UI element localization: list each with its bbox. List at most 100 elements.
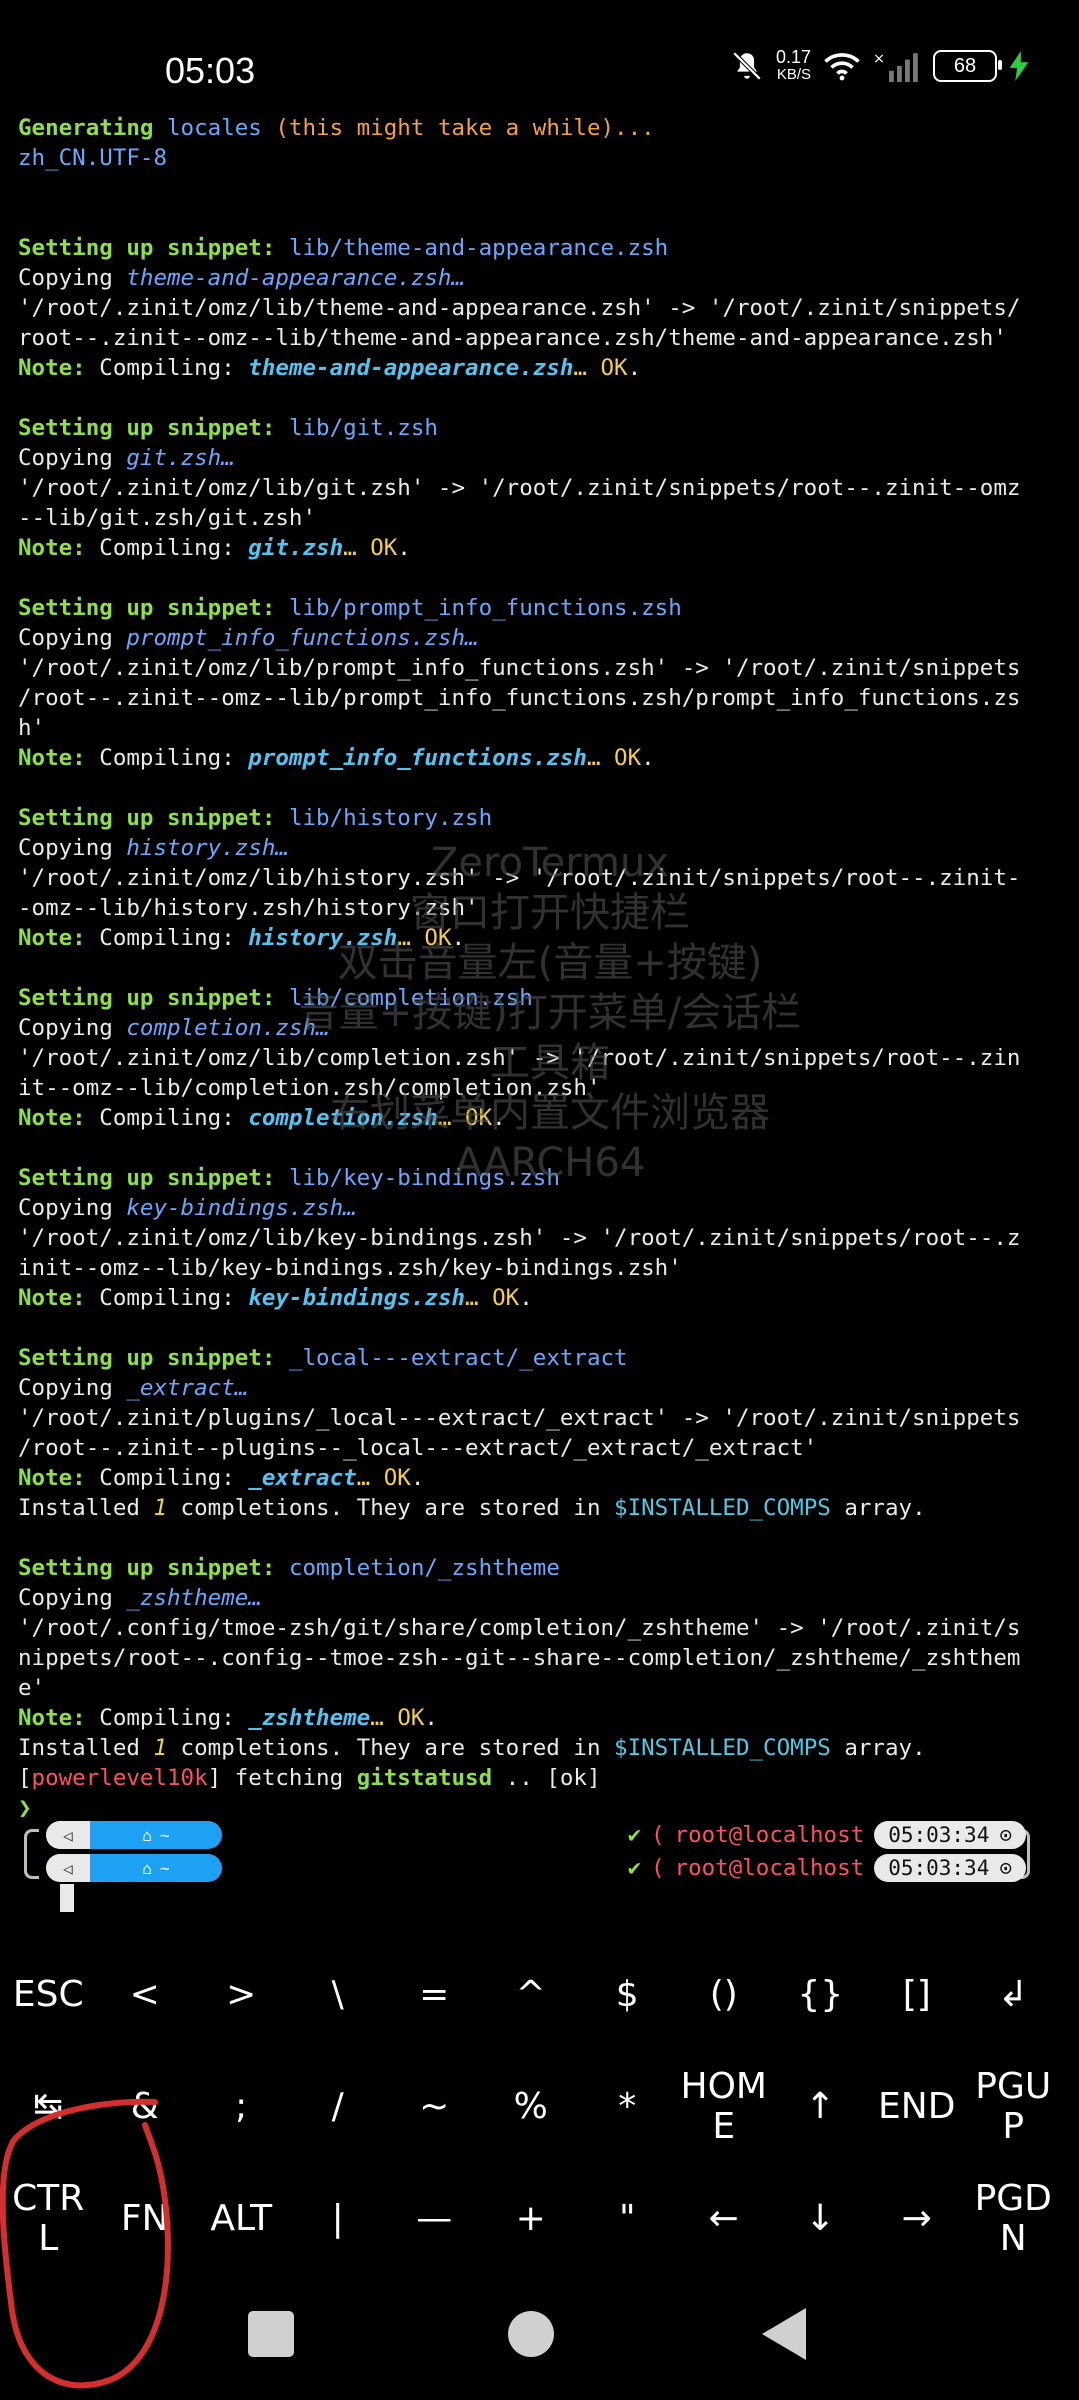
- extra-key[interactable]: |: [290, 2169, 387, 2269]
- terminal-output[interactable]: Generating locales (this might take a wh…: [18, 113, 1068, 1823]
- charging-icon: [1009, 51, 1029, 81]
- terminal-text: _local---extract/_extract: [288, 1345, 628, 1371]
- terminal-text: $INSTALLED_COMPS: [614, 1495, 831, 1521]
- extra-key[interactable]: >: [193, 1945, 290, 2045]
- terminal-line: Note: Compiling: _extract… OK.: [18, 1463, 1068, 1493]
- extra-key[interactable]: ;: [193, 2057, 290, 2157]
- extra-key[interactable]: ALT: [193, 2169, 290, 2269]
- terminal-text: OK: [492, 1285, 520, 1311]
- terminal-text: lib/prompt_info_functions.zsh: [288, 595, 682, 621]
- terminal-text: $INSTALLED_COMPS: [614, 1735, 831, 1761]
- prompt-paren: (: [650, 1822, 665, 1848]
- terminal-text: 1: [153, 1735, 168, 1761]
- prompt-time-value: 05:03:34: [888, 1823, 990, 1847]
- extra-key[interactable]: ↲: [965, 1945, 1062, 2045]
- prompt-paren: (: [650, 1855, 665, 1881]
- terminal-line: nippets/root--.config--tmoe-zsh--git--sh…: [18, 1643, 1068, 1673]
- terminal-text: [: [18, 1765, 32, 1791]
- extra-key[interactable]: ↑: [772, 2057, 869, 2157]
- extra-key[interactable]: $: [579, 1945, 676, 2045]
- extra-key[interactable]: *: [579, 2057, 676, 2157]
- recents-button[interactable]: [248, 2311, 294, 2357]
- terminal-text: -omz--lib/history.zsh/history.zsh': [18, 895, 479, 921]
- extra-key[interactable]: /: [290, 2057, 387, 2157]
- extra-key[interactable]: →: [869, 2169, 966, 2269]
- terminal-line: h': [18, 713, 1068, 743]
- extra-key[interactable]: HOM E: [676, 2057, 773, 2157]
- terminal-line: zh_CN.UTF-8: [18, 143, 1068, 173]
- extra-key[interactable]: —: [386, 2169, 483, 2269]
- android-nav-bar: [0, 2280, 1079, 2390]
- extra-key[interactable]: +: [483, 2169, 580, 2269]
- terminal-text: Installed: [18, 1495, 154, 1521]
- terminal-text: prompt_info_functions.zsh…: [126, 625, 479, 651]
- dir-tilde: ~: [160, 1858, 170, 1878]
- extra-key[interactable]: %: [483, 2057, 580, 2157]
- extra-key[interactable]: ^: [483, 1945, 580, 2045]
- terminal-text: …: [573, 355, 601, 381]
- prompt-time: 05:03:34 ⊙: [874, 1854, 1026, 1882]
- terminal-line: Setting up snippet: lib/key-bindings.zsh: [18, 1163, 1068, 1193]
- terminal-text: Compiling:: [99, 925, 249, 951]
- extra-key[interactable]: PGD N: [965, 2169, 1062, 2269]
- terminal-text: '/root/.zinit/plugins/_local---extract/_…: [18, 1405, 1021, 1431]
- terminal-text: Copying: [18, 1195, 127, 1221]
- terminal-text: lib/completion.zsh: [288, 985, 533, 1011]
- extra-key[interactable]: FN: [97, 2169, 194, 2269]
- extra-key[interactable]: ESC: [0, 1945, 97, 2045]
- terminal-text: theme-and-appearance.zsh…: [126, 265, 466, 291]
- terminal-line: root--.zinit--omz--lib/theme-and-appeara…: [18, 323, 1068, 353]
- terminal-text: '/root/.zinit/omz/lib/completion.zsh' ->…: [18, 1045, 1021, 1071]
- terminal-text: Copying: [18, 445, 127, 471]
- terminal-text: --lib/git.zsh/git.zsh': [18, 505, 317, 531]
- back-button[interactable]: [762, 2308, 806, 2360]
- terminal-line: e': [18, 1673, 1068, 1703]
- extra-key[interactable]: ": [579, 2169, 676, 2269]
- terminal-text: Copying: [18, 835, 127, 861]
- terminal-text: …: [343, 535, 371, 561]
- terminal-text: lib/history.zsh: [288, 805, 493, 831]
- terminal-text: '/root/.zinit/omz/lib/history.zsh' -> '/…: [18, 865, 1021, 891]
- extra-key[interactable]: \: [290, 1945, 387, 2045]
- extra-key[interactable]: =: [386, 1945, 483, 2045]
- terminal-text: 1: [153, 1495, 168, 1521]
- extra-keys-row: CTR L FN ALT | — + " ← ↓ → PGD N: [0, 2169, 1079, 2269]
- terminal-text: lib/key-bindings.zsh: [288, 1165, 560, 1191]
- extra-key[interactable]: {}: [772, 1945, 869, 2045]
- terminal-text: '/root/.config/tmoe-zsh/git/share/comple…: [18, 1615, 1021, 1641]
- terminal-text: Compiling:: [99, 1285, 249, 1311]
- extra-key[interactable]: ↹: [0, 2057, 97, 2157]
- extra-key[interactable]: <: [97, 1945, 194, 2045]
- terminal-line: '/root/.zinit/omz/lib/history.zsh' -> '/…: [18, 863, 1068, 893]
- extra-key[interactable]: (): [676, 1945, 773, 2045]
- extra-key[interactable]: ←: [676, 2169, 773, 2269]
- terminal-cursor: [60, 1884, 74, 1912]
- terminal-text: Copying: [18, 1015, 127, 1041]
- terminal-text: it--omz--lib/completion.zsh/completion.z…: [18, 1075, 601, 1101]
- terminal-text: completion/_zshtheme: [288, 1555, 560, 1581]
- terminal-line: Note: Compiling: prompt_info_functions.z…: [18, 743, 1068, 773]
- extra-key[interactable]: &: [97, 2057, 194, 2157]
- clock-icon: ⊙: [999, 1856, 1012, 1880]
- terminal-text: key-bindings.zsh: [248, 1285, 466, 1311]
- terminal-text: _zshtheme…: [126, 1585, 262, 1611]
- extra-key[interactable]: []: [869, 1945, 966, 2045]
- os-icon: ◁: [46, 1821, 90, 1849]
- terminal-line: /root--.zinit--omz--lib/prompt_info_func…: [18, 683, 1068, 713]
- mute-bell-icon: [732, 51, 762, 81]
- wifi-icon: [824, 53, 860, 81]
- extra-key[interactable]: END: [869, 2057, 966, 2157]
- extra-key[interactable]: ~: [386, 2057, 483, 2157]
- terminal-text: Note:: [18, 535, 100, 561]
- extra-key[interactable]: ↓: [772, 2169, 869, 2269]
- terminal-text: _zshtheme: [248, 1705, 371, 1731]
- home-button[interactable]: [508, 2311, 554, 2357]
- extra-key[interactable]: PGU P: [965, 2057, 1062, 2157]
- terminal-text: OK: [397, 1705, 425, 1731]
- terminal-text: lib/theme-and-appearance.zsh: [288, 235, 669, 261]
- terminal-text: OK: [465, 1105, 493, 1131]
- prompt-dir-segment: ◁ ⌂ ~: [46, 1854, 222, 1882]
- terminal-text: OK: [614, 745, 642, 771]
- extra-key[interactable]: CTR L: [0, 2169, 97, 2269]
- terminal-line: Setting up snippet: _local---extract/_ex…: [18, 1343, 1068, 1373]
